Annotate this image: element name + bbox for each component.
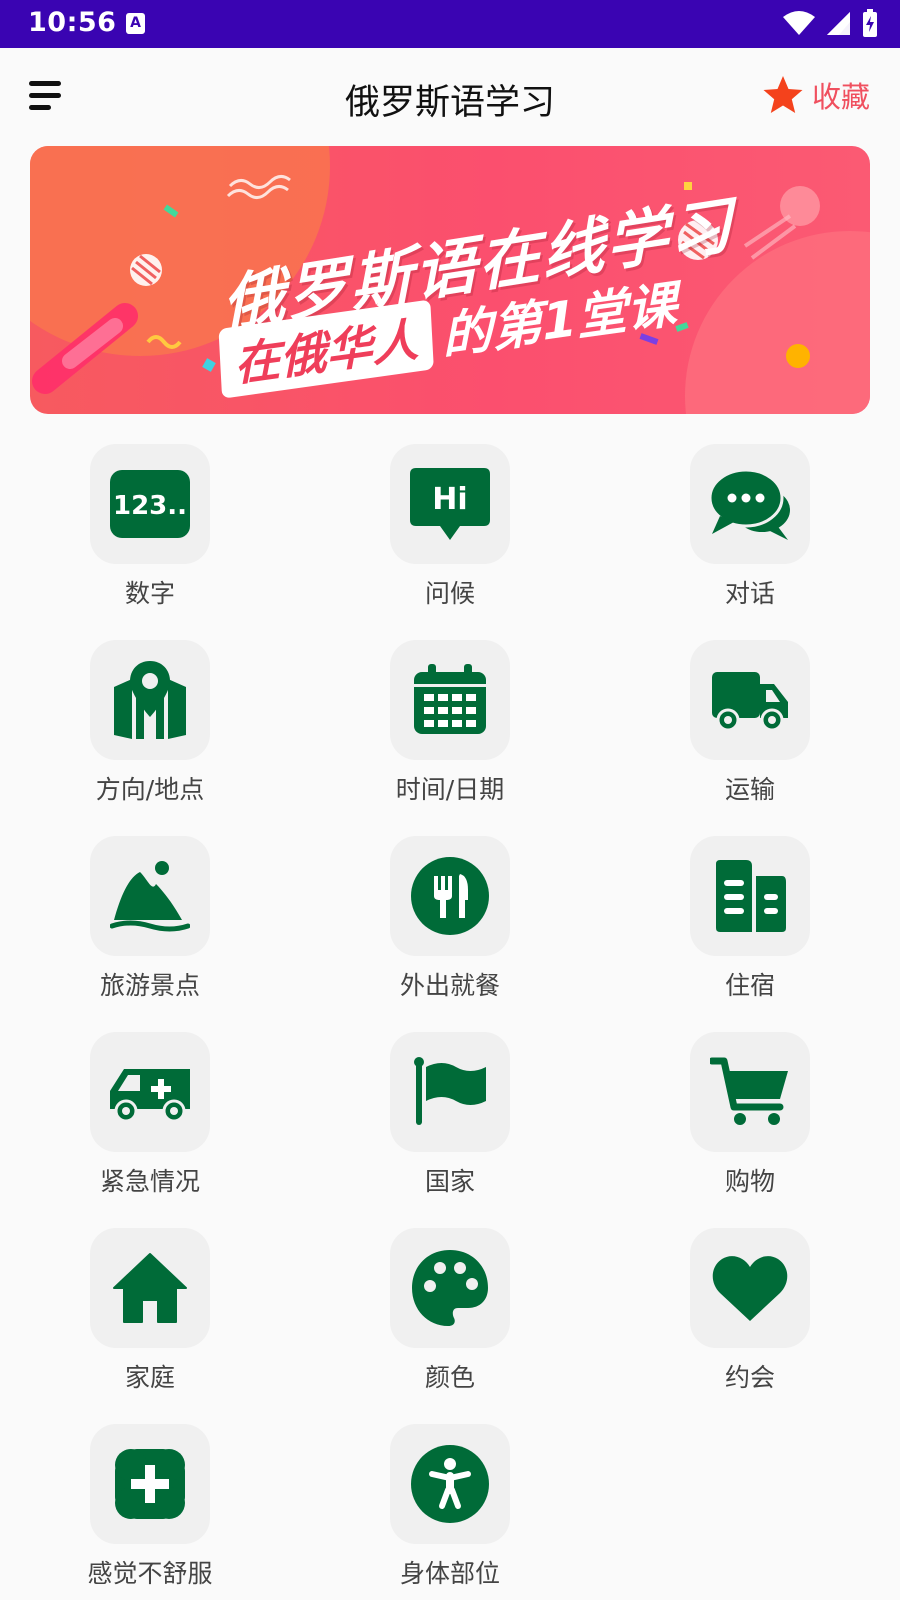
category-feeling-unwell[interactable]: 感觉不舒服 [50, 1424, 250, 1600]
numbers-icon: 123.. [110, 470, 190, 538]
category-label: 数字 [124, 579, 175, 608]
category-family[interactable]: 家庭 [50, 1228, 250, 1408]
menu-icon-line-2 [29, 93, 61, 98]
category-tile: 123.. [90, 444, 210, 564]
category-tile [390, 640, 510, 760]
category-countries[interactable]: 国家 [350, 1032, 550, 1212]
battery-icon [863, 9, 877, 37]
category-label: 紧急情况 [99, 1167, 200, 1196]
category-shopping[interactable]: 购物 [650, 1032, 850, 1212]
svg-text:123..: 123.. [113, 491, 187, 521]
category-transport[interactable]: 运输 [650, 640, 850, 820]
menu-icon-line-3 [29, 105, 51, 110]
status-icons [782, 9, 878, 37]
calendar-icon [414, 664, 486, 734]
person-body-icon [411, 1445, 489, 1523]
category-label: 外出就餐 [399, 971, 500, 1000]
category-label: 身体部位 [399, 1559, 500, 1588]
category-label: 运输 [724, 775, 775, 804]
category-dining[interactable]: 外出就餐 [350, 836, 550, 1016]
status-time: 10:56 [28, 7, 117, 38]
greeting-hi-icon: Hi [410, 468, 490, 540]
truck-icon [712, 672, 788, 732]
ambulance-icon [110, 1069, 190, 1123]
category-label: 问候 [424, 579, 475, 608]
category-label: 家庭 [124, 1363, 175, 1392]
category-tile [390, 1424, 510, 1544]
status-bar: 10:56 A [0, 0, 900, 48]
category-label: 住宿 [724, 971, 775, 1000]
category-label: 时间/日期 [395, 775, 505, 804]
menu-icon-line-1 [29, 81, 61, 86]
star-icon [763, 76, 803, 113]
signal-icon [827, 12, 850, 35]
category-label: 感觉不舒服 [87, 1559, 213, 1588]
menu-button[interactable] [26, 78, 66, 114]
category-tile [690, 444, 810, 564]
category-label: 方向/地点 [95, 775, 205, 804]
chat-bubbles-icon [708, 468, 790, 540]
notification-icon: A [126, 13, 145, 34]
category-time-date[interactable]: 时间/日期 [350, 640, 550, 820]
category-greetings[interactable]: Hi 问候 [350, 444, 550, 624]
category-tile [690, 1228, 810, 1348]
category-tile [90, 1424, 210, 1544]
category-tile [90, 1228, 210, 1348]
category-tile [90, 836, 210, 956]
category-tile [390, 836, 510, 956]
category-tile [690, 836, 810, 956]
favorites-label: 收藏 [811, 80, 870, 114]
palette-icon [412, 1250, 488, 1326]
category-tile [390, 1228, 510, 1348]
category-dating[interactable]: 约会 [650, 1228, 850, 1408]
category-body-parts[interactable]: 身体部位 [350, 1424, 550, 1600]
wifi-icon [783, 11, 815, 35]
category-colors[interactable]: 颜色 [350, 1228, 550, 1408]
map-pin-icon [114, 661, 186, 739]
category-label: 约会 [724, 1363, 775, 1392]
buildings-icon [716, 860, 786, 932]
category-sights[interactable]: 旅游景点 [50, 836, 250, 1016]
category-label: 对话 [724, 579, 775, 608]
category-label: 购物 [724, 1167, 775, 1196]
category-label: 颜色 [424, 1363, 475, 1392]
category-directions[interactable]: 方向/地点 [50, 640, 250, 820]
svg-text:Hi: Hi [432, 482, 467, 517]
category-tile [90, 640, 210, 760]
cutlery-icon [411, 857, 489, 935]
category-tile [690, 1032, 810, 1152]
home-icon [113, 1253, 187, 1323]
category-emergency[interactable]: 紧急情况 [50, 1032, 250, 1212]
heart-icon [712, 1256, 788, 1321]
category-accommodation[interactable]: 住宿 [650, 836, 850, 1016]
mountain-icon [110, 861, 190, 932]
promo-banner[interactable]: 俄罗斯语在线学习 在俄华人 的第1堂课 [30, 146, 870, 414]
medical-cross-icon [115, 1449, 185, 1519]
category-tile: Hi [390, 444, 510, 564]
cart-icon [710, 1057, 788, 1125]
category-label: 国家 [424, 1167, 475, 1196]
flag-icon [414, 1057, 486, 1125]
category-numbers[interactable]: 123.. 数字 [50, 444, 250, 624]
category-tile [690, 640, 810, 760]
category-dialogue[interactable]: 对话 [650, 444, 850, 624]
favorites-button[interactable]: 收藏 [762, 74, 870, 116]
category-tile [90, 1032, 210, 1152]
app-bar: 俄罗斯语学习 收藏 [0, 48, 900, 146]
category-label: 旅游景点 [99, 971, 200, 1000]
category-tile [390, 1032, 510, 1152]
